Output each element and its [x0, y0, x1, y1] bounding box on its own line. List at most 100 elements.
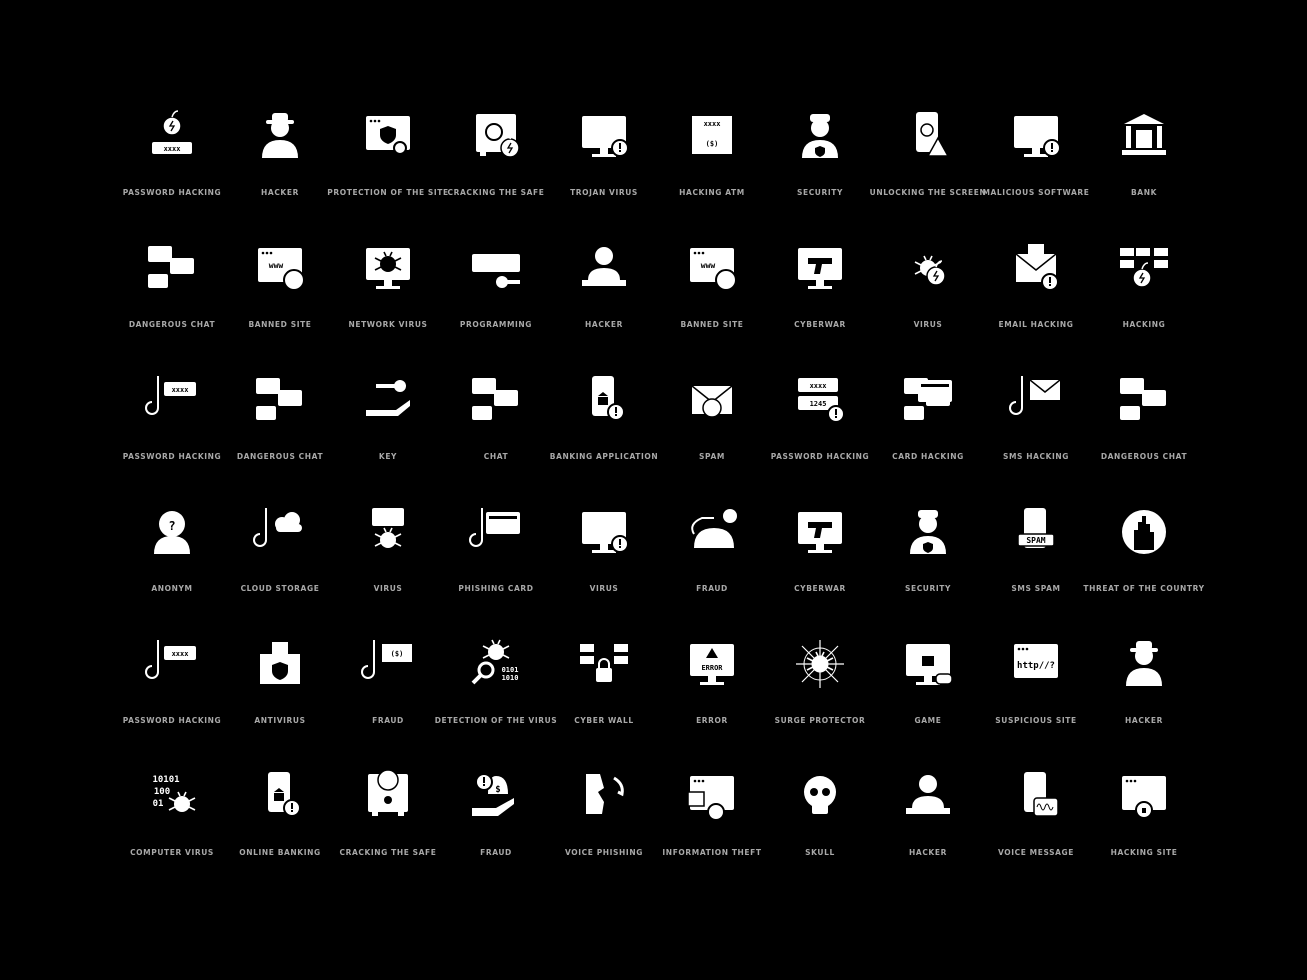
- icon-tile: xxxx 1245 PASSWORD HACKING: [766, 372, 874, 504]
- icon-row: DANGEROUS CHAT www BANNED SITE NETWORK VIRU…: [118, 240, 1198, 372]
- phone-bank-icon: [576, 372, 632, 428]
- hacker-hat-icon: [252, 108, 308, 164]
- svg-text:xxxx: xxxx: [172, 386, 190, 394]
- guard-icon: [792, 108, 848, 164]
- icon-tile: HACKER: [1090, 636, 1198, 768]
- icon-label: DANGEROUS CHAT: [236, 452, 324, 461]
- icon-label: ANONYM: [151, 584, 193, 593]
- icon-tile: HACKER: [226, 108, 334, 240]
- icon-label: FRAUD: [480, 848, 512, 857]
- icon-tile: MALICIOUS SOFTWARE: [982, 108, 1090, 240]
- icon-tile: VIRUS: [550, 504, 658, 636]
- icon-tile: ANTIVIRUS: [226, 636, 334, 768]
- icon-row: xxxx PASSWORD HACKING DANGEROUS CHAT KEY CHA…: [118, 372, 1198, 504]
- chat-icon: [1116, 372, 1172, 428]
- icon-label: HACKER: [261, 188, 299, 197]
- icon-tile: SKULL: [766, 768, 874, 900]
- hand-key-icon: [360, 372, 416, 428]
- svg-text:ERROR: ERROR: [701, 664, 723, 672]
- icon-label: VOICE PHISHING: [565, 848, 643, 857]
- phone-wave-icon: [1008, 768, 1064, 824]
- icon-label: PASSWORD HACKING: [122, 452, 222, 461]
- icon-label: DANGEROUS CHAT: [1100, 452, 1188, 461]
- voice-phone-icon: [576, 768, 632, 824]
- icon-label: INFORMATION THEFT: [662, 848, 762, 857]
- icon-tile: xxxx PASSWORD HACKING: [118, 636, 226, 768]
- icon-tile: CHAT: [442, 372, 550, 504]
- icon-tile: CYBERWAR: [766, 240, 874, 372]
- icon-row: 10101 100 01 COMPUTER VIRUS ONLINE BANKING CR…: [118, 768, 1198, 900]
- icon-tile: THREAT OF THE COUNTRY: [1083, 504, 1204, 636]
- icon-tile: HACKER: [874, 768, 982, 900]
- icon-label: CRACKING THE SAFE: [447, 188, 545, 197]
- icon-label: VOICE MESSAGE: [997, 848, 1074, 857]
- password-alert-icon: xxxx 1245: [792, 372, 848, 428]
- svg-text:0101: 0101: [502, 666, 519, 674]
- svg-text:($): ($): [706, 140, 719, 148]
- card-bug-icon: [360, 504, 416, 560]
- icon-tile: CRACKING THE SAFE: [334, 768, 442, 900]
- browser-http-icon: http//?: [1008, 636, 1064, 692]
- browser-hand-icon: www: [684, 240, 740, 296]
- icon-tile: PROGRAMMING: [442, 240, 550, 372]
- icon-tile: VIRUS: [874, 240, 982, 372]
- icon-label: DANGEROUS CHAT: [128, 320, 216, 329]
- svg-text:www: www: [701, 261, 716, 270]
- monitor-alert-icon: [1008, 108, 1064, 164]
- icon-tile: http//? SUSPICIOUS SITE: [982, 636, 1090, 768]
- web-spider-icon: [792, 636, 848, 692]
- chat-icon: [252, 372, 308, 428]
- envelope-skull-icon: [684, 372, 740, 428]
- icon-label: FRAUD: [372, 716, 404, 725]
- icon-tile: SPAM SMS SPAM: [982, 504, 1090, 636]
- icon-label: SPAM: [699, 452, 725, 461]
- icon-tile: FRAUD: [658, 504, 766, 636]
- svg-text:http//?: http//?: [1017, 661, 1055, 671]
- wall-lock-icon: [576, 636, 632, 692]
- icon-tile: www BANNED SITE: [658, 240, 766, 372]
- svg-text:10101: 10101: [152, 775, 179, 785]
- svg-text:$: $: [495, 785, 500, 795]
- anonym-icon: ?: [144, 504, 200, 560]
- icon-label: HACKER: [585, 320, 623, 329]
- icon-tile: HACKING: [1090, 240, 1198, 372]
- icon-label: SMS SPAM: [1011, 584, 1061, 593]
- icon-tile: 10101 100 01 COMPUTER VIRUS: [118, 768, 226, 900]
- icon-label: SKULL: [805, 848, 835, 857]
- icon-label: BANNED SITE: [248, 320, 312, 329]
- chat-icon: [144, 240, 200, 296]
- hook-card-icon: [468, 504, 524, 560]
- icon-label: SURGE PROTECTOR: [774, 716, 866, 725]
- icon-label: EMAIL HACKING: [998, 320, 1074, 329]
- icon-tile: PHISHING CARD: [442, 504, 550, 636]
- icon-label: UNLOCKING THE SCREEN: [869, 188, 987, 197]
- icon-tile: SMS HACKING: [982, 372, 1090, 504]
- icon-tile: PROTECTION OF THE SITE: [327, 108, 448, 240]
- guard-icon: [900, 504, 956, 560]
- icon-label: SECURITY: [904, 584, 952, 593]
- icon-label: VIRUS: [913, 320, 943, 329]
- skull-icon: [792, 768, 848, 824]
- hook-envelope-icon: [1008, 372, 1064, 428]
- city-alert-icon: [1116, 504, 1172, 560]
- icon-label: HACKER: [1125, 716, 1163, 725]
- icon-label: ANTIVIRUS: [254, 716, 306, 725]
- icon-tile: SURGE PROTECTOR: [766, 636, 874, 768]
- icon-label: PHISHING CARD: [458, 584, 534, 593]
- icon-tile: DANGEROUS CHAT: [226, 372, 334, 504]
- icon-label: NETWORK VIRUS: [348, 320, 428, 329]
- icon-label: VIRUS: [373, 584, 403, 593]
- hook-password-icon: xxxx: [144, 372, 200, 428]
- icon-label: CLOUD STORAGE: [240, 584, 320, 593]
- bank-icon: [1116, 108, 1172, 164]
- icon-grid: xxxx PASSWORD HACKING HACKER PROTECTION OF …: [118, 108, 1204, 900]
- hook-password-icon: xxxx: [144, 636, 200, 692]
- icon-tile: xxxx ($) HACKING ATM: [658, 108, 766, 240]
- icon-tile: 0101 1010 DETECTION OF THE VIRUS: [435, 636, 557, 768]
- icon-label: DETECTION OF THE VIRUS: [434, 716, 558, 725]
- icon-label: BANNED SITE: [680, 320, 744, 329]
- svg-text:?: ?: [168, 519, 175, 533]
- icon-tile: HACKING SITE: [1090, 768, 1198, 900]
- icon-tile: TROJAN VIRUS: [550, 108, 658, 240]
- svg-text:xxxx: xxxx: [164, 145, 182, 153]
